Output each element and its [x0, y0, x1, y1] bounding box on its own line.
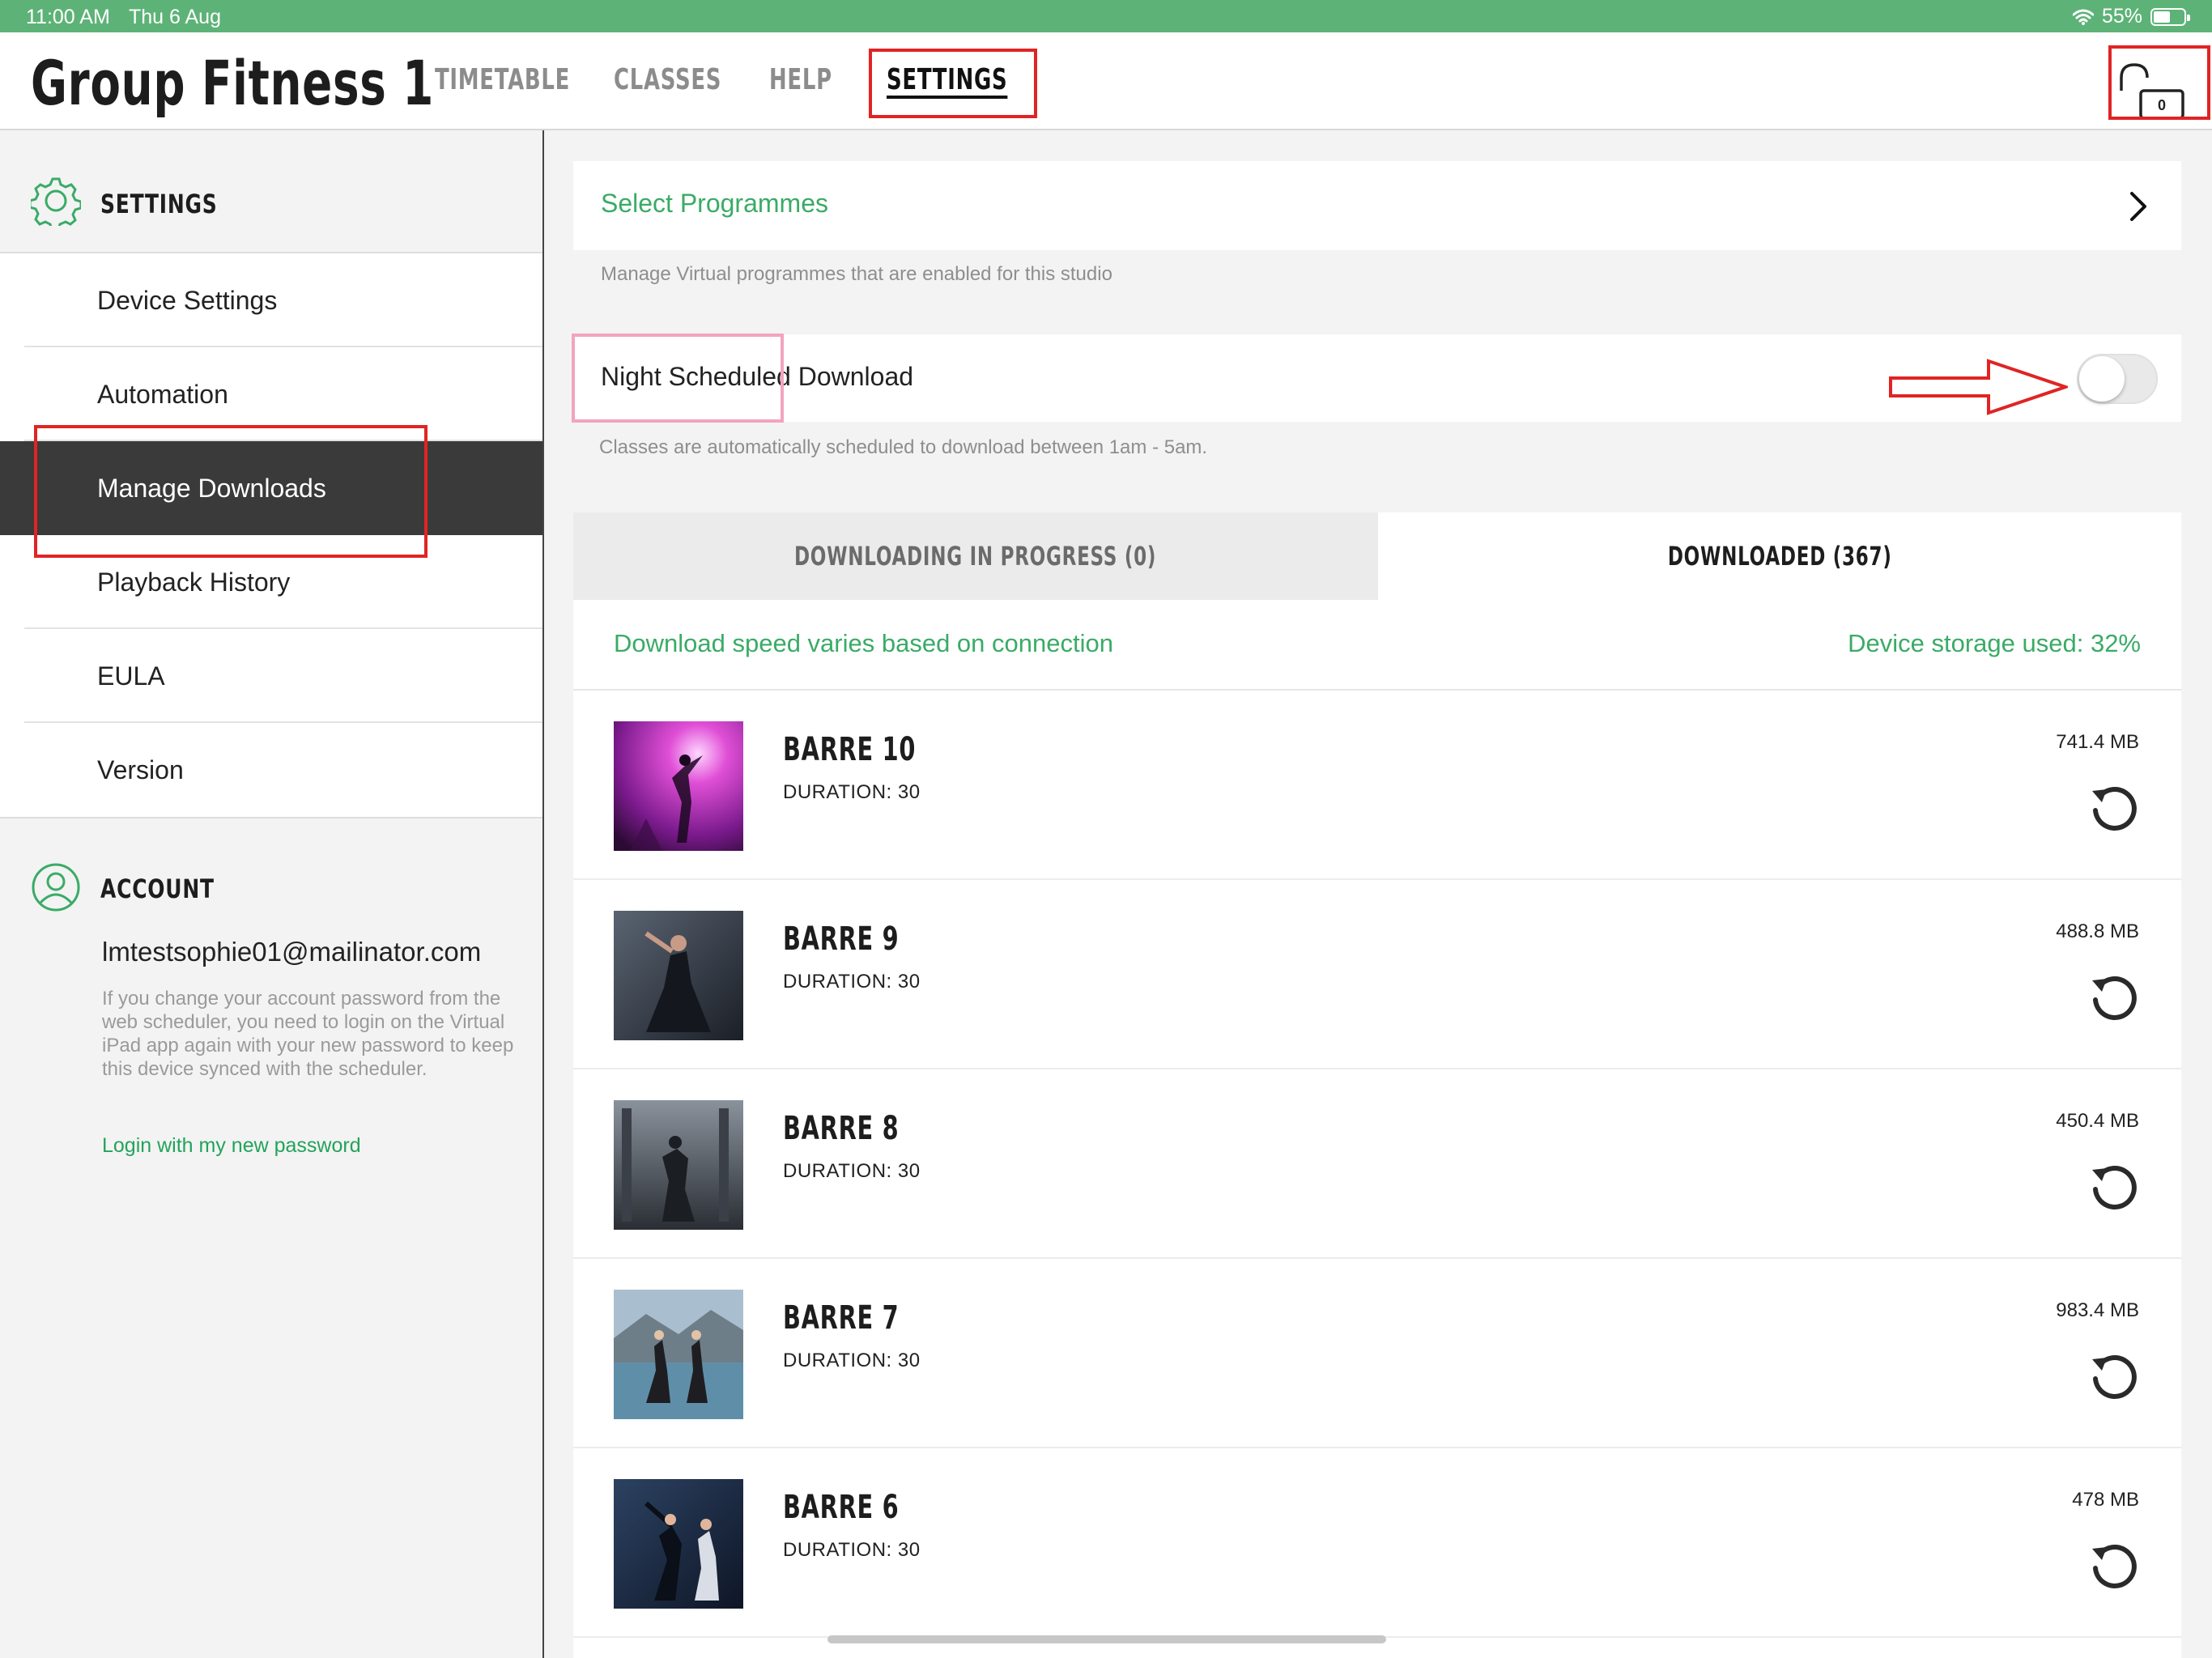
class-duration: DURATION: 30: [783, 1160, 921, 1182]
status-date: Thu 6 Aug: [129, 6, 221, 28]
sidebar-item-label: Automation: [97, 379, 228, 409]
annotation-box-lock: [2108, 45, 2210, 120]
class-thumbnail: [614, 1479, 743, 1609]
downloaded-list: Download speed varies based on connectio…: [573, 600, 2181, 1658]
app-title: Group Fitness 1: [31, 47, 435, 119]
sidebar-item-label: EULA: [97, 661, 165, 691]
class-file-size: 488.8 MB: [2056, 920, 2139, 942]
status-right: 55%: [2072, 5, 2190, 28]
sidebar-item-version[interactable]: Version: [0, 723, 542, 817]
sidebar-item-label: Version: [97, 755, 184, 784]
login-new-password-link[interactable]: Login with my new password: [102, 1134, 361, 1158]
night-download-toggle[interactable]: [2077, 354, 2158, 404]
sidebar-item-eula[interactable]: EULA: [0, 629, 542, 723]
status-bar: 11:00 AM Thu 6 Aug 55%: [0, 0, 2212, 32]
tab-downloading-in-progress[interactable]: DOWNLOADING IN PROGRESS (0): [573, 512, 1378, 600]
home-indicator: [827, 1635, 1386, 1643]
class-name: BARRE 6: [783, 1489, 900, 1526]
select-programmes-caption: Manage Virtual programmes that are enabl…: [601, 263, 1112, 285]
class-thumbnail: [614, 1290, 743, 1419]
tab-label: DOWNLOADED (367): [1667, 541, 1892, 572]
account-heading: ACCOUNT: [100, 874, 215, 904]
class-name: BARRE 8: [783, 1110, 900, 1147]
annotation-box-night-download: [572, 334, 784, 423]
manage-downloads-panel: Select Programmes Manage Virtual program…: [544, 130, 2212, 1658]
tab-label: DOWNLOADING IN PROGRESS (0): [794, 541, 1157, 572]
download-row[interactable]: BARRE 6 DURATION: 30 478 MB: [573, 1448, 2181, 1638]
chevron-right-icon: [2130, 192, 2146, 221]
annotation-arrow-icon: [1889, 359, 2068, 415]
tab-timetable[interactable]: TIMETABLE: [435, 63, 570, 96]
sidebar-item-label: Device Settings: [97, 285, 278, 315]
toggle-knob: [2079, 356, 2125, 402]
battery-icon: [2150, 7, 2190, 26]
download-info-bar: Download speed varies based on connectio…: [573, 600, 2181, 691]
refresh-icon[interactable]: [2087, 781, 2141, 835]
class-name: BARRE 7: [783, 1299, 900, 1337]
class-duration: DURATION: 30: [783, 1350, 921, 1371]
account-icon: [32, 863, 80, 912]
sidebar-item-label: Playback History: [97, 567, 291, 597]
tab-classes[interactable]: CLASSES: [614, 63, 721, 96]
annotation-box-settings-tab: [869, 49, 1037, 118]
select-programmes-label: Select Programmes: [601, 189, 828, 218]
gear-icon: [31, 177, 81, 226]
download-row[interactable]: BARRE 10 DURATION: 30 741.4 MB: [573, 691, 2181, 880]
settings-heading: SETTINGS: [100, 189, 218, 219]
wifi-icon: [2072, 9, 2094, 25]
class-thumbnail: [614, 1100, 743, 1230]
class-duration: DURATION: 30: [783, 781, 921, 803]
download-tabs: DOWNLOADING IN PROGRESS (0) DOWNLOADED (…: [573, 512, 2181, 600]
class-file-size: 478 MB: [2072, 1489, 2139, 1511]
refresh-icon[interactable]: [2087, 1539, 2141, 1592]
sidebar-item-device-settings[interactable]: Device Settings: [0, 253, 542, 347]
settings-sidebar: SETTINGS Device Settings Automation Mana…: [0, 130, 544, 1658]
account-email: lmtestsophie01@mailinator.com: [102, 937, 482, 967]
refresh-icon[interactable]: [2087, 1160, 2141, 1214]
download-row[interactable]: BARRE 7 DURATION: 30 983.4 MB: [573, 1259, 2181, 1448]
class-name: BARRE 10: [783, 731, 917, 768]
download-speed-note: Download speed varies based on connectio…: [614, 629, 1113, 657]
account-note: If you change your account password from…: [102, 988, 514, 1080]
class-duration: DURATION: 30: [783, 971, 921, 993]
download-row[interactable]: BARRE 9 DURATION: 30 488.8 MB: [573, 880, 2181, 1069]
tab-downloaded[interactable]: DOWNLOADED (367): [1378, 512, 2181, 600]
select-programmes-row[interactable]: Select Programmes: [573, 161, 2181, 250]
status-time: 11:00 AM: [26, 6, 110, 28]
class-file-size: 741.4 MB: [2056, 731, 2139, 753]
battery-percent: 55%: [2101, 5, 2142, 28]
annotation-box-manage-downloads: [34, 425, 428, 558]
class-thumbnail: [614, 721, 743, 851]
refresh-icon[interactable]: [2087, 1350, 2141, 1403]
class-duration: DURATION: 30: [783, 1539, 921, 1561]
night-download-caption: Classes are automatically scheduled to d…: [599, 436, 1208, 458]
class-file-size: 450.4 MB: [2056, 1110, 2139, 1132]
class-file-size: 983.4 MB: [2056, 1299, 2139, 1321]
app-header: Group Fitness 1 TIMETABLE CLASSES HELP S…: [0, 32, 2212, 130]
refresh-icon[interactable]: [2087, 971, 2141, 1024]
download-row[interactable]: BARRE 8 DURATION: 30 450.4 MB: [573, 1069, 2181, 1259]
class-thumbnail: [614, 911, 743, 1040]
device-storage-used: Device storage used: 32%: [1848, 629, 2141, 657]
class-name: BARRE 9: [783, 920, 900, 958]
tab-help[interactable]: HELP: [769, 63, 832, 96]
battery-fill: [2154, 11, 2170, 23]
